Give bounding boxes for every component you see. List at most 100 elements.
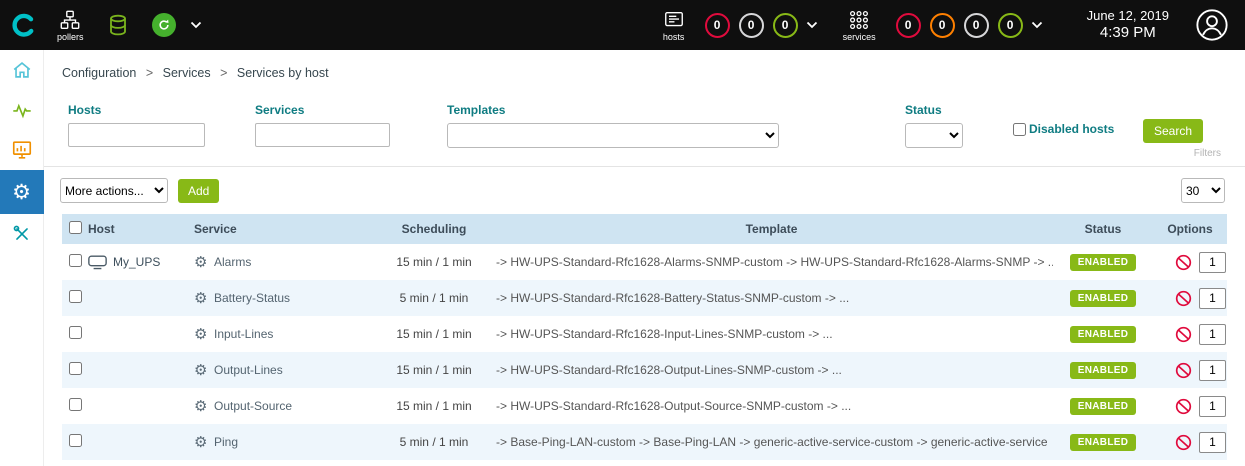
- add-button[interactable]: Add: [178, 179, 219, 203]
- status-counter[interactable]: 0: [998, 13, 1023, 38]
- services-table: Host Service Scheduling Template Status …: [62, 214, 1227, 460]
- table-row: My_UPS⚙Alarms15 min / 1 min-> HW-UPS-Sta…: [62, 244, 1227, 280]
- status-counter[interactable]: 0: [773, 13, 798, 38]
- sidebar-item-home[interactable]: [0, 50, 44, 90]
- centreon-logo[interactable]: [0, 0, 46, 50]
- scheduling-value: 15 min / 1 min: [378, 316, 490, 352]
- disable-icon[interactable]: [1175, 362, 1192, 379]
- page-size-select[interactable]: 30: [1181, 178, 1225, 203]
- status-counter[interactable]: 0: [705, 13, 730, 38]
- service-name-link[interactable]: Alarms: [214, 255, 251, 269]
- hosts-filter-input[interactable]: [68, 123, 205, 147]
- services-counters: 0000: [887, 13, 1023, 38]
- pollers-icon: [59, 9, 81, 31]
- more-actions-select[interactable]: More actions...: [60, 178, 168, 203]
- status-badge: ENABLED: [1070, 254, 1136, 271]
- service-name-link[interactable]: Input-Lines: [214, 327, 273, 341]
- column-header-service[interactable]: Service: [190, 214, 378, 244]
- row-checkbox[interactable]: [69, 362, 82, 375]
- breadcrumb-current-page: Services by host: [237, 66, 329, 80]
- sidebar-item-monitoring[interactable]: [0, 90, 44, 130]
- table-row: ⚙Output-Lines15 min / 1 min-> HW-UPS-Sta…: [62, 352, 1227, 388]
- hosts-icon: [663, 9, 685, 31]
- disable-icon[interactable]: [1175, 290, 1192, 307]
- ok-status-icon: [152, 13, 176, 37]
- options-count-input[interactable]: [1199, 252, 1226, 273]
- scheduling-value: 5 min / 1 min: [378, 280, 490, 316]
- sidebar-item-configuration[interactable]: ⚙: [0, 170, 44, 214]
- column-header-status[interactable]: Status: [1053, 214, 1153, 244]
- chevron-down-icon[interactable]: [1031, 21, 1043, 29]
- options-count-input[interactable]: [1199, 360, 1226, 381]
- service-name-link[interactable]: Ping: [214, 435, 238, 449]
- status-counter[interactable]: 0: [896, 13, 921, 38]
- row-checkbox[interactable]: [69, 254, 82, 267]
- templates-filter-label: Templates: [447, 103, 779, 117]
- column-header-scheduling[interactable]: Scheduling: [378, 214, 490, 244]
- status-counter[interactable]: 0: [739, 13, 764, 38]
- scheduling-value: 15 min / 1 min: [378, 388, 490, 424]
- column-header-template[interactable]: Template: [490, 214, 1053, 244]
- search-button[interactable]: Search: [1143, 119, 1203, 143]
- options-count-input[interactable]: [1199, 324, 1226, 345]
- platform-status[interactable]: [141, 13, 213, 37]
- disable-icon[interactable]: [1175, 398, 1192, 415]
- service-gear-icon: ⚙: [194, 433, 214, 451]
- disable-icon[interactable]: [1175, 434, 1192, 451]
- current-time: 4:39 PM: [1087, 24, 1169, 43]
- column-header-options[interactable]: Options: [1153, 214, 1227, 244]
- table-row: ⚙Battery-Status5 min / 1 min-> HW-UPS-St…: [62, 280, 1227, 316]
- service-gear-icon: ⚙: [194, 397, 214, 415]
- tools-icon: [11, 223, 33, 245]
- sidebar-item-administration[interactable]: [0, 214, 44, 254]
- user-menu[interactable]: [1195, 8, 1229, 42]
- scheduling-value: 5 min / 1 min: [378, 424, 490, 460]
- disabled-hosts-label[interactable]: Disabled hosts: [1029, 122, 1114, 136]
- filter-bar: Hosts Services Templates Status Disabled…: [44, 90, 1245, 167]
- disable-icon[interactable]: [1175, 326, 1192, 343]
- breadcrumb: Configuration > Services > Services by h…: [44, 50, 1245, 90]
- status-filter: Status: [905, 103, 963, 148]
- hosts-label: hosts: [663, 33, 685, 42]
- chevron-down-icon[interactable]: [190, 21, 202, 29]
- options-count-input[interactable]: [1199, 432, 1226, 453]
- status-counter[interactable]: 0: [964, 13, 989, 38]
- disable-icon[interactable]: [1175, 254, 1192, 271]
- services-filter-input[interactable]: [255, 123, 390, 147]
- service-name-link[interactable]: Output-Source: [214, 399, 292, 413]
- options-count-input[interactable]: [1199, 396, 1226, 417]
- database-status[interactable]: [95, 13, 141, 37]
- service-name-link[interactable]: Battery-Status: [214, 291, 290, 305]
- row-checkbox[interactable]: [69, 434, 82, 447]
- services-menu[interactable]: services: [832, 9, 887, 42]
- select-all-checkbox[interactable]: [69, 221, 82, 234]
- column-header-host[interactable]: Host: [88, 214, 190, 244]
- service-gear-icon: ⚙: [194, 289, 214, 307]
- row-checkbox[interactable]: [69, 290, 82, 303]
- pollers-menu[interactable]: pollers: [46, 9, 95, 42]
- heartbeat-icon: [11, 99, 33, 121]
- service-name-link[interactable]: Output-Lines: [214, 363, 283, 377]
- status-badge: ENABLED: [1070, 326, 1136, 343]
- hosts-menu[interactable]: hosts: [652, 9, 696, 42]
- scheduling-value: 15 min / 1 min: [378, 352, 490, 388]
- options-count-input[interactable]: [1199, 288, 1226, 309]
- services-label: services: [843, 33, 876, 42]
- host-name-link[interactable]: My_UPS: [113, 255, 160, 269]
- sidebar-item-reporting[interactable]: [0, 130, 44, 170]
- scheduling-value: 15 min / 1 min: [378, 244, 490, 280]
- disabled-hosts-checkbox[interactable]: [1013, 123, 1026, 136]
- status-select[interactable]: [905, 123, 963, 148]
- chevron-down-icon[interactable]: [806, 21, 818, 29]
- row-checkbox[interactable]: [69, 398, 82, 411]
- row-checkbox[interactable]: [69, 326, 82, 339]
- service-gear-icon: ⚙: [194, 361, 214, 379]
- breadcrumb-services[interactable]: Services: [163, 66, 211, 80]
- table-row: ⚙Ping5 min / 1 min-> Base-Ping-LAN-custo…: [62, 424, 1227, 460]
- services-icon: [848, 9, 870, 31]
- status-counter[interactable]: 0: [930, 13, 955, 38]
- status-badge: ENABLED: [1070, 362, 1136, 379]
- centreon-app: pollers hosts 000: [0, 0, 1245, 466]
- breadcrumb-configuration[interactable]: Configuration: [62, 66, 136, 80]
- templates-select[interactable]: [447, 123, 779, 148]
